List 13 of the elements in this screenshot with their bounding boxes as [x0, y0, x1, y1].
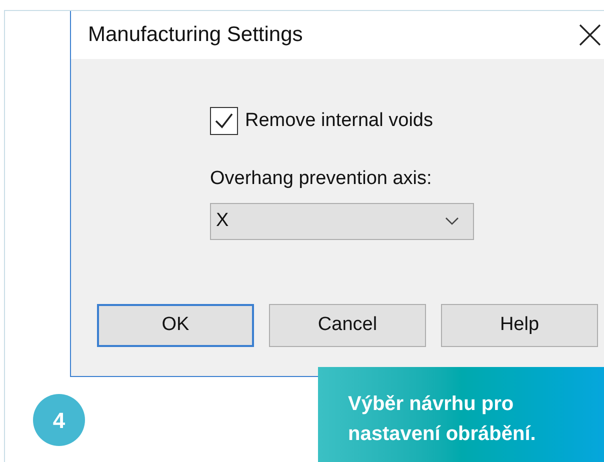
caption-text: Výběr návrhu pro [348, 392, 515, 417]
chevron-down-icon [445, 217, 459, 225]
step-number-badge: 4 [33, 394, 85, 446]
axis-label: Overhang prevention axis: [210, 167, 433, 191]
window-title: Manufacturing Settings [88, 22, 303, 48]
checkbox-label[interactable]: Remove internal voids [245, 106, 433, 136]
dialog-button[interactable]: Help [441, 304, 598, 346]
dialog-button[interactable]: Cancel [269, 304, 426, 346]
caption-text: nastavení obrábění. [348, 422, 537, 447]
dialog-button[interactable]: OK [97, 304, 254, 346]
checkbox[interactable] [210, 107, 238, 135]
checkmark-icon [214, 111, 234, 131]
axis-dropdown[interactable]: X [210, 202, 474, 240]
